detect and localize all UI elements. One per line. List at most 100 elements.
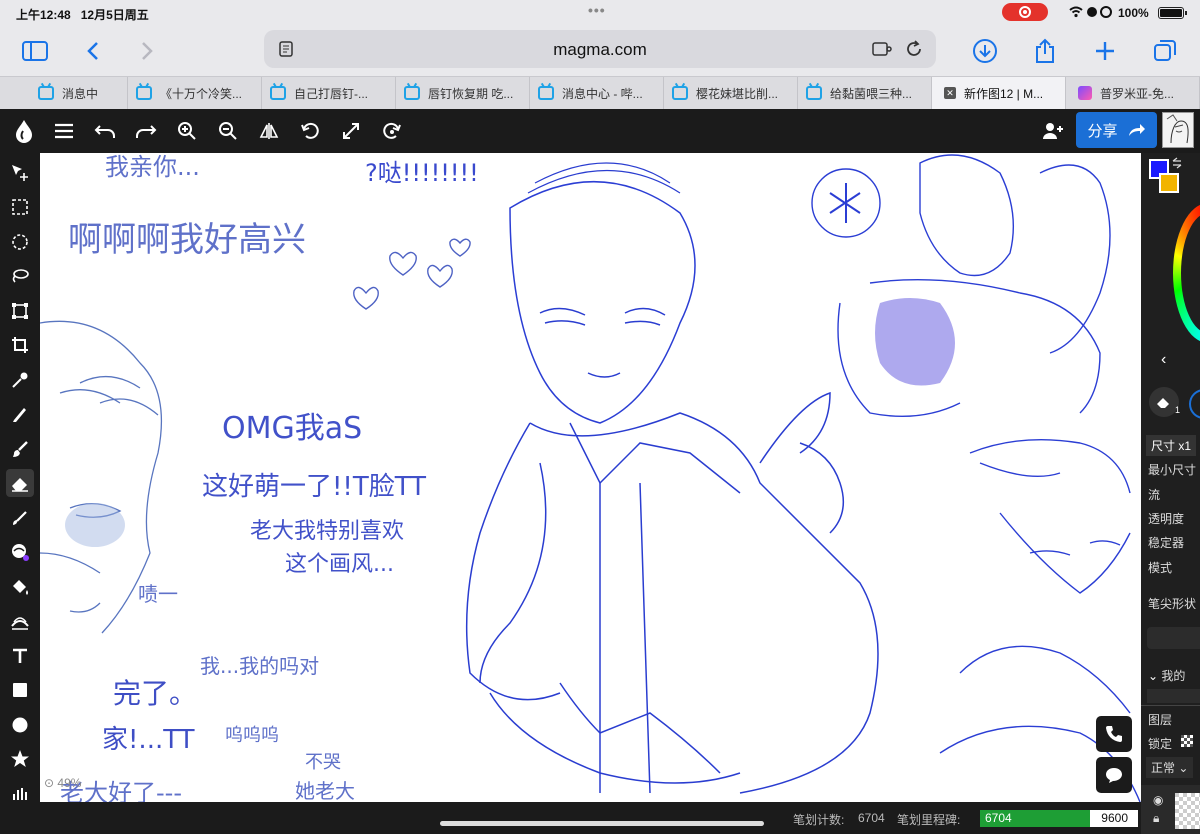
eraser-icon[interactable] <box>6 469 34 497</box>
eyedropper-icon[interactable] <box>6 366 34 394</box>
tab-3[interactable]: 自己打唇钉-... <box>262 77 396 109</box>
new-tab-icon[interactable] <box>1090 36 1120 66</box>
tool-sidebar <box>0 153 40 834</box>
canvas-text-4: OMG我aS <box>222 411 362 446</box>
tip-shape-select[interactable] <box>1147 627 1200 649</box>
redo-icon[interactable] <box>134 119 158 143</box>
download-icon[interactable] <box>970 36 1000 66</box>
magma-icon <box>1078 86 1092 100</box>
artwork: 我亲你... 啊啊啊我好高兴 ?哒!!!!!!!! OMG我aS 这好萌一了!!… <box>40 153 1141 802</box>
eraser-preset-button[interactable]: 1 <box>1149 387 1180 417</box>
back-icon[interactable] <box>78 36 108 66</box>
tab-6[interactable]: 樱花妹堪比削... <box>664 77 798 109</box>
text-tool-icon[interactable] <box>6 642 34 670</box>
layers-label: 图层 <box>1148 713 1173 727</box>
layer-thumbnail[interactable] <box>1175 793 1200 829</box>
canvas-text-13: 不哭 <box>305 752 341 773</box>
tab-4[interactable]: 唇钉恢复期 吃... <box>396 77 530 109</box>
user-avatar[interactable] <box>1162 112 1194 148</box>
bilibili-icon <box>38 86 54 100</box>
milestone-target: 9600 <box>1090 810 1138 827</box>
menu-icon[interactable] <box>52 119 76 143</box>
opacity-label: 透明度 <box>1148 512 1185 526</box>
tab-7[interactable]: 给黏菌喂三种... <box>798 77 932 109</box>
share-sheet-icon[interactable] <box>1030 36 1060 66</box>
bilibili-icon <box>270 86 286 100</box>
color-wheel[interactable] <box>1173 203 1200 343</box>
drawing-canvas[interactable]: 我亲你... 啊啊啊我好高兴 ?哒!!!!!!!! OMG我aS 这好萌一了!!… <box>40 153 1141 802</box>
layer-lock-icon[interactable]: 🔒︎ <box>1153 811 1159 826</box>
tip-shape-label: 笔尖形状 <box>1148 597 1197 611</box>
transform-icon[interactable] <box>6 297 34 325</box>
fit-screen-icon[interactable] <box>339 119 363 143</box>
tab-active[interactable]: ✕ 新作图12 | M... <box>932 77 1066 109</box>
brush-preset-button[interactable] <box>1189 389 1200 419</box>
magma-logo-icon[interactable] <box>12 119 36 143</box>
share-button[interactable]: 分享 <box>1076 112 1157 148</box>
move-tool-icon[interactable] <box>6 159 34 187</box>
browser-toolbar: magma.com <box>0 26 1200 76</box>
brush-preview[interactable] <box>1147 689 1200 703</box>
smudge-icon[interactable] <box>6 504 34 532</box>
forward-icon[interactable] <box>132 36 162 66</box>
zoom-in-icon[interactable] <box>175 119 199 143</box>
my-brushes-header[interactable]: ⌄ 我的 <box>1148 667 1185 684</box>
chat-icon <box>1106 768 1122 783</box>
clone-icon[interactable] <box>6 607 34 635</box>
battery-icon <box>1158 7 1187 19</box>
tab-9[interactable]: 普罗米亚-免... <box>1066 77 1200 109</box>
rect-select-icon[interactable] <box>6 193 34 221</box>
address-bar[interactable]: magma.com <box>264 30 936 68</box>
sidebar-toggle-icon[interactable] <box>20 36 50 66</box>
chevron-down-icon: ⌄ <box>1148 669 1159 683</box>
ellipse-shape-icon[interactable] <box>6 711 34 739</box>
multitask-dots[interactable]: ••• <box>588 2 606 18</box>
canvas-text-11: 我...我的吗对 <box>200 654 319 678</box>
status-footer: 笔划计数: 6704 笔划里程碑: 6704 9600 <box>0 802 1143 834</box>
canvas-text-5: 这好萌一了!!T脸TT <box>202 472 426 502</box>
size-multiplier[interactable]: 尺寸 x1 <box>1146 435 1197 456</box>
lasso-icon[interactable] <box>6 262 34 290</box>
canvas-text-9: 完了。 <box>113 677 197 710</box>
blend-mode-select[interactable]: 正常 ⌄ <box>1146 757 1194 778</box>
canvas-text-7: 这个画风... <box>285 552 394 577</box>
chat-button[interactable] <box>1096 757 1132 793</box>
close-tab-icon[interactable]: ✕ <box>944 87 956 99</box>
brush-icon[interactable] <box>6 435 34 463</box>
reset-rotation-icon[interactable] <box>380 119 404 143</box>
pencil-icon[interactable] <box>6 400 34 428</box>
canvas-text-1: 我亲你... <box>105 153 200 181</box>
rectangle-shape-icon[interactable] <box>6 676 34 704</box>
min-size-label: 最小尺寸 <box>1148 463 1197 477</box>
secondary-color-swatch[interactable] <box>1159 173 1179 193</box>
tab-2[interactable]: 《十万个冷笑... <box>128 77 262 109</box>
canvas-text-3: ?哒!!!!!!!! <box>365 159 479 187</box>
tab-overview-icon[interactable] <box>1150 36 1180 66</box>
ellipse-select-icon[interactable] <box>6 228 34 256</box>
home-indicator[interactable] <box>440 821 764 826</box>
zoom-out-icon[interactable] <box>216 119 240 143</box>
blur-tool-icon[interactable] <box>6 538 34 566</box>
fill-icon[interactable] <box>6 573 34 601</box>
undo-icon[interactable] <box>93 119 117 143</box>
collapse-chevron-icon[interactable]: ‹ <box>1161 351 1166 369</box>
screen-recording-icon[interactable] <box>1002 3 1048 21</box>
rotate-icon[interactable] <box>298 119 322 143</box>
add-user-icon[interactable] <box>1041 119 1065 143</box>
milestone-label: 笔划里程碑: <box>897 813 961 827</box>
reload-icon[interactable] <box>904 39 924 59</box>
crop-icon[interactable] <box>6 331 34 359</box>
url-text: magma.com <box>553 40 647 59</box>
mode-label: 模式 <box>1148 561 1173 575</box>
eye-visibility-icon[interactable]: ◉ <box>1153 793 1163 807</box>
tab-5[interactable]: 消息中心 - 哔... <box>530 77 664 109</box>
call-button[interactable] <box>1096 716 1132 752</box>
flip-icon[interactable] <box>257 119 281 143</box>
star-shape-icon[interactable] <box>6 745 34 773</box>
lock-transparency-icon[interactable] <box>1181 735 1193 747</box>
tab-1[interactable]: 消息中 <box>30 77 128 109</box>
status-time: 上午12:48 12月5日周五 <box>16 8 149 22</box>
extension-icon[interactable] <box>872 41 892 57</box>
bilibili-icon <box>136 86 152 100</box>
swap-colors-icon[interactable] <box>1171 157 1183 169</box>
